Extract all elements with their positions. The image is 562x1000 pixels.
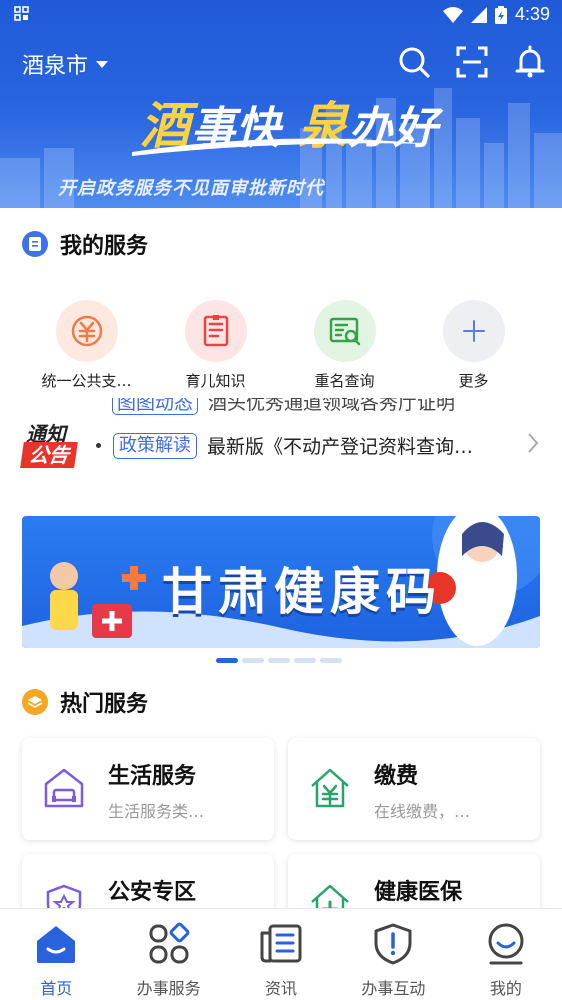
tagline: 开启政务服务不见面审批新时代 [58, 178, 324, 199]
carousel-indicator [216, 658, 342, 663]
service-public-payment[interactable]: 统一公共支… [22, 300, 151, 392]
layers-icon [22, 689, 48, 715]
tab-label: 资讯 [265, 979, 298, 998]
card-title: 公安专区 [108, 880, 197, 905]
search-icon[interactable] [396, 44, 432, 80]
carousel-dot[interactable] [268, 658, 290, 663]
card-title: 缴费 [374, 764, 419, 789]
notice-logo: 通知 公告 [20, 418, 78, 470]
service-label: 育儿知识 [185, 372, 246, 390]
my-services-title: 我的服务 [60, 234, 149, 259]
header-banner: 酒泉市 酒事快 泉办好 开启政务服务不见面审批新时代 [0, 0, 562, 208]
tab-label: 办事互动 [361, 979, 426, 998]
bottom-tab-bar: 首页 办事服务 资讯 办事互动 我的 [0, 908, 562, 1000]
app-grid-icon [14, 6, 29, 21]
bullet-dot [96, 443, 101, 448]
city-name: 酒泉市 [22, 54, 89, 79]
scan-icon[interactable] [454, 44, 490, 80]
profile-card-icon [22, 231, 48, 257]
notice-prev-item: 图图动态 酒头优秀通道领域各秀厅证明 [112, 398, 455, 415]
card-title: 健康医保 [374, 880, 463, 905]
carousel-dot[interactable] [242, 658, 264, 663]
banner-title: 甘肃健康码 [162, 563, 442, 621]
health-code-banner[interactable]: 甘肃健康码 [22, 516, 540, 648]
status-bar: 4:39 [0, 0, 562, 30]
notice-tag: 政策解读 [113, 432, 197, 459]
home-sofa-icon [44, 768, 84, 808]
status-time: 4:39 [514, 4, 550, 24]
card-subtitle: 生活服务类… [108, 802, 205, 821]
book-icon [203, 315, 228, 347]
tab-home[interactable]: 首页 [0, 909, 112, 1000]
chevron-down-icon [96, 60, 109, 68]
apps-icon [149, 922, 189, 964]
plus-icon [462, 320, 485, 342]
tab-interaction[interactable]: 办事互动 [337, 909, 449, 1000]
notice-current-item[interactable]: 政策解读 最新版《不动产登记资料查询… [96, 432, 473, 459]
my-services-grid: 统一公共支… 育儿知识 重名查询 更多 [0, 300, 562, 392]
house-yuan-icon [311, 768, 349, 808]
service-label: 重名查询 [314, 372, 375, 390]
service-name-search[interactable]: 重名查询 [280, 300, 409, 392]
news-icon [260, 924, 302, 963]
tab-label: 我的 [489, 979, 522, 998]
tab-label: 办事服务 [136, 979, 201, 998]
service-more[interactable]: 更多 [409, 300, 538, 392]
notice-text: 最新版《不动产登记资料查询… [207, 436, 474, 458]
card-subtitle: 在线缴费，… [374, 802, 471, 821]
battery-icon [494, 5, 507, 24]
carousel-dot[interactable] [320, 658, 342, 663]
hot-services-title: 热门服务 [60, 692, 149, 717]
wifi-icon [442, 6, 463, 23]
signal-icon [470, 6, 487, 23]
tab-news[interactable]: 资讯 [225, 909, 337, 1000]
card-payment[interactable]: 缴费 在线缴费，… [288, 738, 540, 840]
slogan-logo: 酒事快 泉办好 [130, 84, 437, 164]
bell-icon[interactable] [512, 44, 548, 80]
yuan-coin-icon [71, 315, 102, 347]
service-label: 更多 [458, 372, 489, 390]
profile-icon [488, 923, 524, 965]
city-selector[interactable]: 酒泉市 [22, 48, 109, 80]
carousel-dot[interactable] [294, 658, 316, 663]
shield-alert-icon [374, 923, 412, 965]
card-title: 生活服务 [108, 764, 197, 789]
service-label: 统一公共支… [41, 372, 132, 390]
chevron-right-icon[interactable] [526, 432, 540, 454]
service-parenting[interactable]: 育儿知识 [151, 300, 280, 392]
notice-ticker[interactable]: 通知 公告 图图动态 酒头优秀通道领域各秀厅证明 政策解读 最新版《不动产登记资料… [0, 398, 562, 488]
id-card-search-icon [329, 317, 360, 346]
card-life-services[interactable]: 生活服务 生活服务类… [22, 738, 274, 840]
home-icon [37, 926, 76, 963]
tab-services[interactable]: 办事服务 [112, 909, 224, 1000]
hot-services-header: 热门服务 [22, 686, 148, 718]
carousel-dot[interactable] [216, 658, 238, 663]
tab-label: 首页 [40, 979, 73, 998]
my-services-header: 我的服务 [22, 228, 148, 260]
tab-profile[interactable]: 我的 [450, 909, 562, 1000]
